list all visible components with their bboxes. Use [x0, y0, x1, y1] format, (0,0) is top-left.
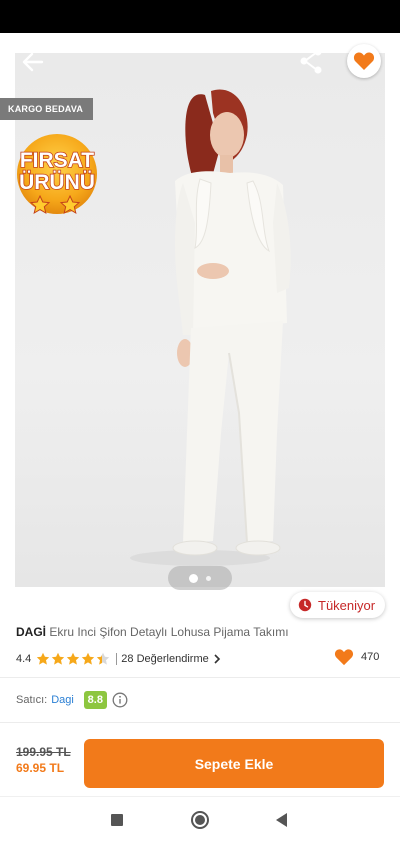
- back-button[interactable]: [20, 49, 46, 75]
- rating-stars: [36, 652, 110, 666]
- divider: [0, 722, 400, 723]
- brand-name[interactable]: DAGİ: [16, 625, 46, 639]
- chevron-right-icon: [214, 654, 220, 664]
- stock-status-label: Tükeniyor: [318, 597, 376, 613]
- home-icon[interactable]: [191, 811, 209, 829]
- favorite-button[interactable]: [347, 44, 381, 78]
- arrow-left-icon: [22, 52, 44, 72]
- favorite-count-value: 470: [361, 651, 380, 663]
- image-pagination[interactable]: [168, 566, 232, 590]
- share-icon: [300, 48, 322, 74]
- status-bar: [0, 0, 400, 33]
- back-nav-icon[interactable]: [276, 813, 287, 827]
- seller-label: Satıcı:: [16, 694, 48, 706]
- product-title: DAGİ Ekru Inci Şifon Detaylı Lohusa Pija…: [16, 625, 386, 639]
- divider: [0, 677, 400, 678]
- star-icon: [82, 652, 95, 665]
- star-icon: [67, 652, 80, 665]
- current-price: 69.95 TL: [16, 761, 65, 775]
- firsat-urunu-badge: FIRSAT ÜRÜNÜ: [10, 128, 104, 222]
- pagination-dot-active[interactable]: [189, 573, 198, 583]
- seller-score-badge: 8.8: [83, 691, 107, 709]
- reviews-count: 28 Değerlendirme: [121, 653, 209, 665]
- heart-icon: [353, 52, 375, 70]
- reviews-link[interactable]: 28 Değerlendirme: [121, 653, 220, 665]
- heart-icon: [334, 649, 354, 666]
- seller-row: Satıcı: Dagi 8.8: [16, 690, 128, 710]
- add-to-cart-button[interactable]: Sepete Ekle: [84, 739, 384, 788]
- divider: [116, 653, 118, 665]
- favorite-count: 470: [334, 648, 379, 666]
- stock-status-badge: Tükeniyor: [290, 592, 386, 618]
- info-icon[interactable]: [112, 692, 128, 708]
- free-shipping-badge: KARGO BEDAVA: [0, 98, 94, 120]
- system-nav-bar: [0, 797, 400, 844]
- share-button[interactable]: [298, 47, 324, 75]
- clock-icon: [298, 598, 312, 612]
- star-icon: [52, 652, 65, 665]
- firsat-text-line1: FIRSAT: [20, 149, 94, 172]
- pagination-dot[interactable]: [206, 575, 211, 581]
- old-price: 199.95 TL: [16, 745, 71, 759]
- star-icon: [97, 652, 110, 665]
- price-block: 199.95 TL 69.95 TL: [16, 745, 71, 775]
- rating-value: 4.4: [16, 653, 32, 665]
- recents-icon[interactable]: [111, 814, 123, 826]
- seller-name-link[interactable]: Dagi: [51, 694, 74, 706]
- firsat-text-line2: ÜRÜNÜ: [19, 171, 95, 194]
- rating-row: 4.4 28 Değerlendirme: [16, 650, 386, 668]
- star-icon: [37, 652, 50, 665]
- product-name: Ekru Inci Şifon Detaylı Lohusa Pijama Ta…: [49, 625, 289, 639]
